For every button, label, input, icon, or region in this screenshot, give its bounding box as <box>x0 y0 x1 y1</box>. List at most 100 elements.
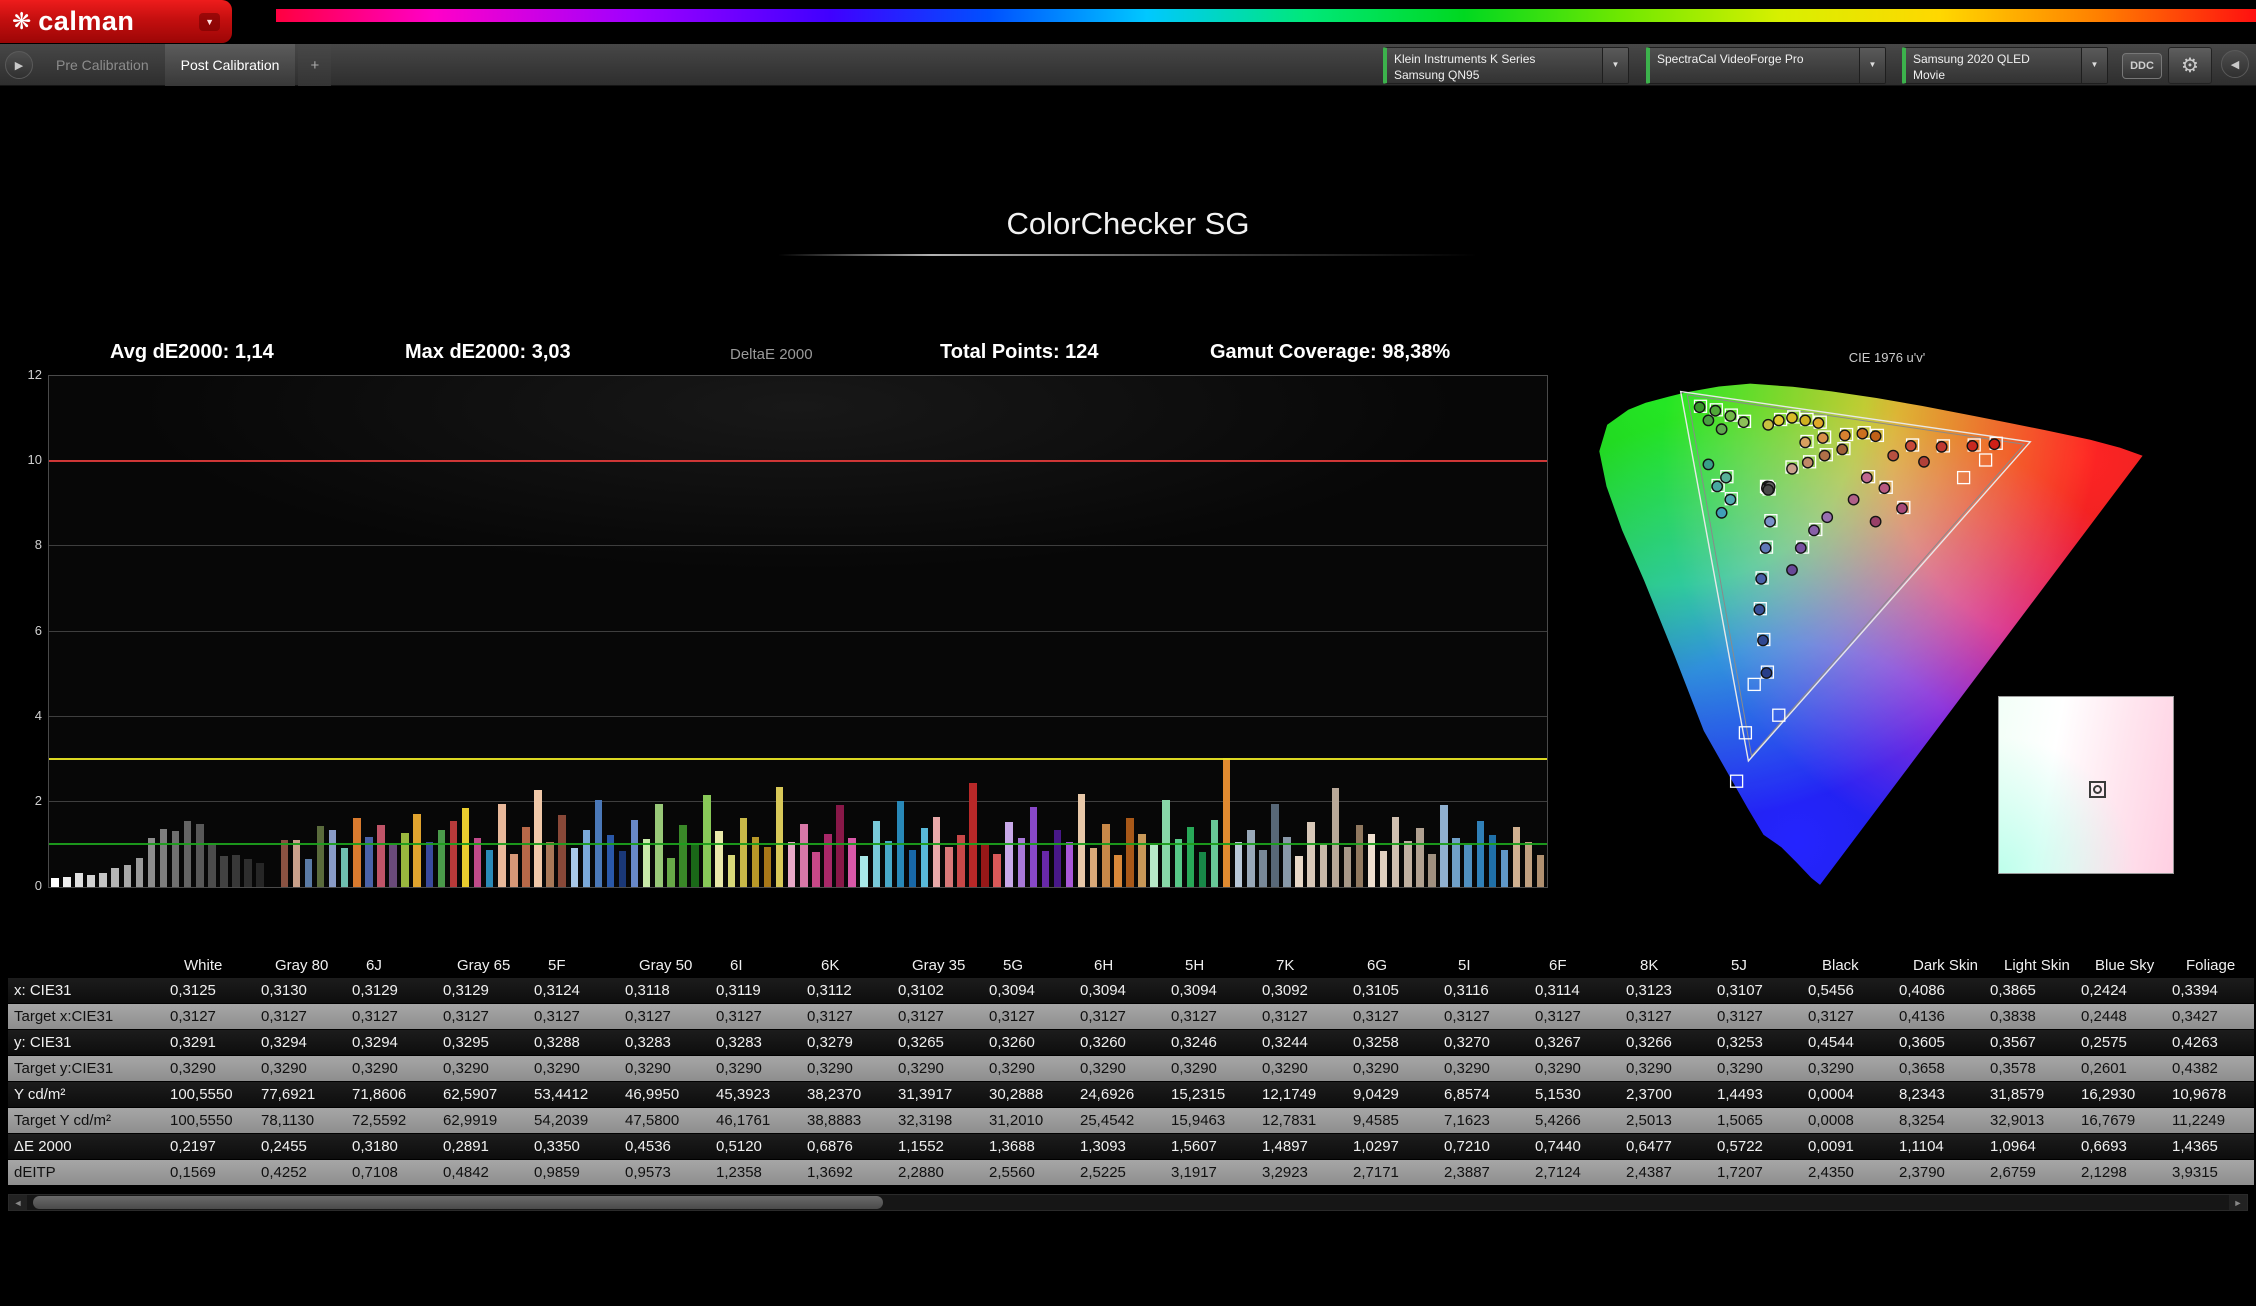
table-horizontal-scrollbar[interactable]: ◄ ► <box>8 1194 2248 1211</box>
de2000-bar[interactable] <box>969 782 977 887</box>
de2000-bar[interactable] <box>1404 841 1412 887</box>
de2000-bar[interactable] <box>1174 839 1183 887</box>
de2000-bar[interactable] <box>824 833 832 887</box>
de2000-bar[interactable] <box>715 830 723 887</box>
de2000-bar[interactable] <box>667 858 675 887</box>
source-device-selector[interactable]: SpectraCal VideoForge Pro ▼ <box>1646 47 1886 84</box>
de2000-bar[interactable] <box>727 855 736 887</box>
de2000-bar[interactable] <box>208 843 216 887</box>
de2000-bar[interactable] <box>425 842 434 887</box>
de2000-bar[interactable] <box>920 828 929 887</box>
de2000-bar[interactable] <box>1005 822 1013 887</box>
de2000-bar[interactable] <box>679 825 687 887</box>
de2000-bar[interactable] <box>1089 847 1098 887</box>
de2000-bar[interactable] <box>582 829 591 887</box>
de2000-bar[interactable] <box>1041 850 1050 887</box>
de2000-bar[interactable] <box>99 872 107 887</box>
de2000-bar[interactable] <box>860 856 868 887</box>
add-tab-button[interactable]: + <box>298 44 332 86</box>
de2000-bar[interactable] <box>522 826 530 887</box>
de2000-bar[interactable] <box>1416 828 1424 887</box>
de2000-bar[interactable] <box>1102 823 1110 887</box>
de2000-bar[interactable] <box>292 840 301 887</box>
de2000-bar[interactable] <box>328 829 337 887</box>
de2000-bar[interactable] <box>618 850 627 887</box>
de2000-bar[interactable] <box>183 820 192 887</box>
de2000-bar[interactable] <box>1114 855 1122 887</box>
de2000-bar[interactable] <box>908 849 917 887</box>
scrollbar-thumb[interactable] <box>33 1196 883 1209</box>
tab-post-calibration[interactable]: Post Calibration <box>164 44 296 86</box>
de2000-bar[interactable] <box>280 839 289 887</box>
de2000-bar[interactable] <box>461 808 470 887</box>
de2000-bar[interactable] <box>993 853 1001 887</box>
de2000-bar[interactable] <box>377 825 385 887</box>
logo-dropdown-chevron-icon[interactable]: ▼ <box>199 12 220 31</box>
de2000-bar[interactable] <box>437 830 446 887</box>
de2000-bar[interactable] <box>1198 852 1207 887</box>
de2000-bar[interactable] <box>316 825 325 887</box>
de2000-bar[interactable] <box>1512 826 1521 887</box>
de2000-bar[interactable] <box>884 841 893 887</box>
scrollbar-left-arrow[interactable]: ◄ <box>9 1195 27 1210</box>
de2000-bar[interactable] <box>111 867 119 887</box>
de2000-bar[interactable] <box>75 873 83 887</box>
device-dropdown-arrow[interactable]: ▼ <box>1859 48 1885 83</box>
de2000-bar[interactable] <box>558 815 566 887</box>
de2000-bar[interactable] <box>1065 842 1074 887</box>
de2000-bar[interactable] <box>1464 845 1472 887</box>
de2000-bar[interactable] <box>1307 822 1315 887</box>
de2000-bar[interactable] <box>534 789 542 887</box>
de2000-bar[interactable] <box>449 821 458 887</box>
de2000-bar[interactable] <box>1500 849 1509 887</box>
display-device-selector[interactable]: Samsung 2020 QLED Movie ▼ <box>1902 47 2108 84</box>
de2000-bar[interactable] <box>220 856 228 887</box>
de2000-bar[interactable] <box>812 852 820 887</box>
de2000-bar[interactable] <box>800 823 808 887</box>
de2000-bar[interactable] <box>1077 794 1086 887</box>
de2000-bar[interactable] <box>340 847 349 887</box>
de2000-bar[interactable] <box>1331 788 1340 887</box>
de2000-bar[interactable] <box>546 842 554 887</box>
de2000-bar[interactable] <box>51 877 59 887</box>
de2000-bar[interactable] <box>945 846 953 887</box>
device-dropdown-arrow[interactable]: ▼ <box>1602 48 1628 83</box>
de2000-bar[interactable] <box>1392 816 1400 887</box>
de2000-bar[interactable] <box>304 858 313 887</box>
collapse-panel-button[interactable]: ◀ <box>2221 50 2249 78</box>
meter-device-selector[interactable]: Klein Instruments K Series Samsung QN95 … <box>1383 47 1629 84</box>
de2000-bar[interactable] <box>413 813 421 887</box>
de2000-bar[interactable] <box>1222 757 1231 887</box>
de2000-bar[interactable] <box>1150 845 1158 887</box>
calman-logo-button[interactable]: ❋ calman ▼ <box>0 0 232 43</box>
de2000-bar[interactable] <box>159 828 168 887</box>
de2000-bar[interactable] <box>485 849 494 887</box>
de2000-bar[interactable] <box>1271 803 1279 887</box>
de2000-bar[interactable] <box>643 839 651 887</box>
de2000-bar[interactable] <box>135 857 144 887</box>
de2000-bar[interactable] <box>1053 829 1062 887</box>
de2000-bar[interactable] <box>1210 819 1219 887</box>
de2000-bar[interactable] <box>1524 842 1533 887</box>
tab-strip-expand-button[interactable]: ▶ <box>5 51 33 79</box>
de2000-bar[interactable] <box>232 855 240 887</box>
de2000-bar[interactable] <box>87 874 95 887</box>
de2000-bar[interactable] <box>1367 833 1376 887</box>
de2000-bar[interactable] <box>1343 846 1352 887</box>
de2000-bar[interactable] <box>739 818 748 887</box>
de2000-bar[interactable] <box>1247 829 1255 887</box>
de2000-bar[interactable] <box>389 843 397 887</box>
de2000-bar[interactable] <box>1029 806 1038 887</box>
de2000-bar[interactable] <box>171 831 180 887</box>
de2000-bar[interactable] <box>1319 843 1327 887</box>
de2000-bar[interactable] <box>981 843 989 887</box>
scrollbar-right-arrow[interactable]: ► <box>2229 1195 2247 1210</box>
de2000-bar[interactable] <box>1355 825 1364 887</box>
de2000-bar[interactable] <box>244 859 252 887</box>
de2000-bar[interactable] <box>498 803 506 887</box>
de2000-bar[interactable] <box>123 865 132 887</box>
de2000-bar[interactable] <box>763 846 772 887</box>
de2000-bar[interactable] <box>196 823 204 887</box>
settings-gear-button[interactable]: ⚙ <box>2168 47 2212 84</box>
de2000-bar[interactable] <box>1259 849 1267 887</box>
